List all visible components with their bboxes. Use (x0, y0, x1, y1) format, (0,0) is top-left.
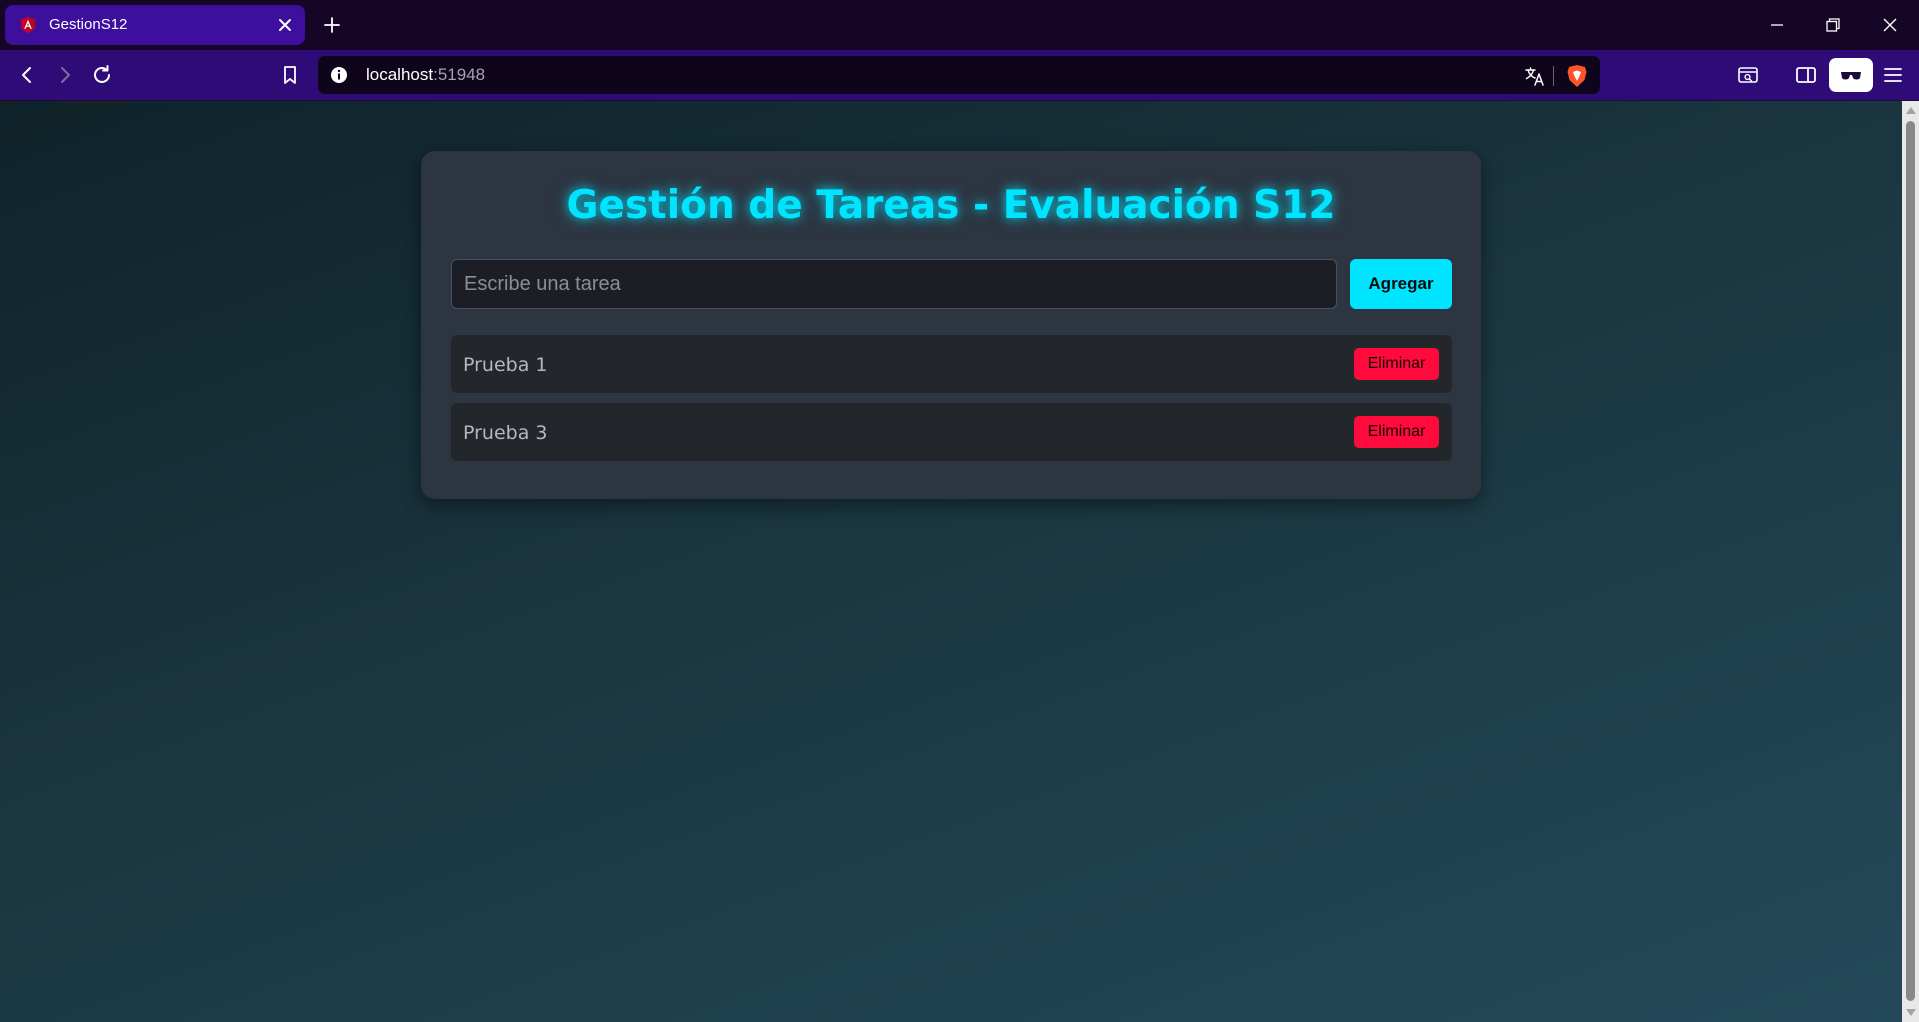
forward-icon[interactable] (53, 63, 77, 87)
url-text: localhost:51948 (366, 65, 485, 85)
delete-button[interactable]: Eliminar (1354, 348, 1439, 380)
angular-icon (20, 16, 36, 34)
bookmark-icon[interactable] (278, 63, 302, 87)
task-text: Prueba 1 (463, 354, 548, 376)
browser-tab[interactable]: GestionS12 (5, 5, 305, 45)
tab-title: GestionS12 (49, 16, 128, 33)
minimize-icon[interactable] (1766, 14, 1788, 36)
close-window-icon[interactable] (1879, 14, 1901, 36)
scroll-down-arrow-icon[interactable] (1906, 1009, 1916, 1016)
sidebar-icon[interactable] (1794, 63, 1818, 87)
page-title: Gestión de Tareas - Evaluación S12 (566, 183, 1336, 228)
task-list: Prueba 1 Eliminar Prueba 3 Eliminar (451, 335, 1452, 471)
scroll-up-arrow-icon[interactable] (1906, 107, 1916, 114)
delete-button[interactable]: Eliminar (1354, 416, 1439, 448)
close-icon[interactable] (275, 15, 295, 35)
reload-icon[interactable] (90, 63, 114, 87)
translate-icon[interactable] (1524, 65, 1546, 87)
tab-strip: GestionS12 (0, 0, 1919, 50)
task-input[interactable] (451, 259, 1337, 309)
browser-window: GestionS12 localhost:51948 Gestión de Ta… (0, 0, 1919, 1022)
info-icon[interactable] (330, 66, 348, 84)
task-card: Gestión de Tareas - Evaluación S12 Agreg… (421, 151, 1481, 499)
reader-mode-icon[interactable] (1736, 63, 1760, 87)
brave-shields-icon[interactable] (1566, 64, 1588, 88)
scroll-thumb[interactable] (1906, 121, 1915, 1001)
url-port: :51948 (433, 65, 486, 84)
leo-button[interactable] (1829, 58, 1873, 92)
divider (1553, 66, 1554, 86)
browser-toolbar: localhost:51948 (0, 50, 1919, 101)
glasses-icon (1841, 72, 1861, 80)
vertical-scrollbar[interactable] (1902, 101, 1919, 1022)
task-item: Prueba 1 Eliminar (451, 335, 1452, 393)
url-host: localhost (366, 65, 434, 84)
add-button[interactable]: Agregar (1350, 259, 1452, 309)
address-bar[interactable]: localhost:51948 (318, 56, 1600, 94)
menu-icon[interactable] (1881, 63, 1905, 87)
back-icon[interactable] (15, 63, 39, 87)
page-viewport: Gestión de Tareas - Evaluación S12 Agreg… (0, 101, 1902, 1022)
task-item: Prueba 3 Eliminar (451, 403, 1452, 461)
task-text: Prueba 3 (463, 422, 548, 444)
plus-icon[interactable] (322, 15, 342, 35)
restore-icon[interactable] (1822, 14, 1844, 36)
